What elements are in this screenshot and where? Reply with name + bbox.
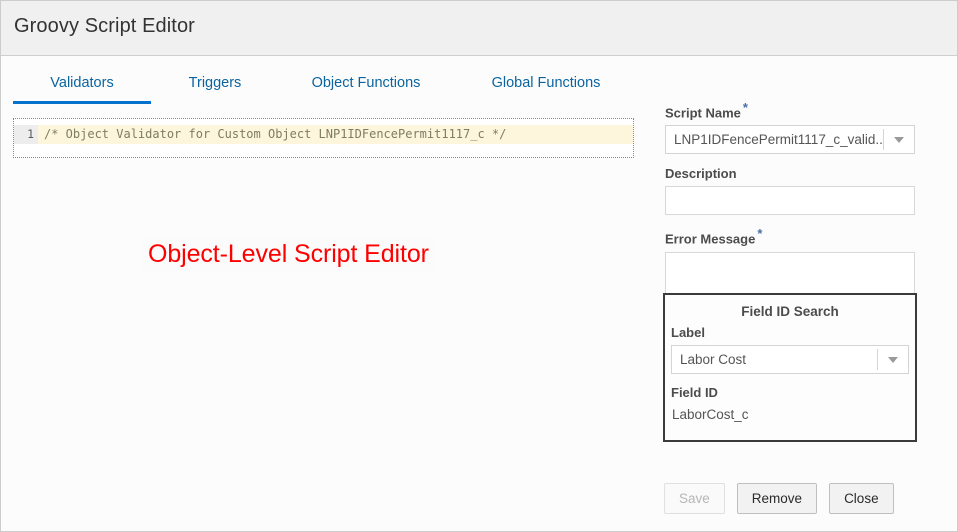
field-id-value: LaborCost_c — [672, 407, 749, 422]
action-button-row: Save Remove Close — [664, 483, 894, 514]
tab-validators[interactable]: Validators — [13, 75, 151, 91]
script-name-label: Script Name * — [665, 101, 915, 121]
code-text[interactable]: /* Object Validator for Custom Object LN… — [38, 125, 506, 144]
close-button[interactable]: Close — [829, 483, 894, 514]
remove-button[interactable]: Remove — [736, 483, 818, 514]
script-name-select[interactable]: LNP1IDFencePermit1117_c_valid... — [665, 125, 915, 155]
chevron-down-icon[interactable] — [878, 346, 908, 373]
field-label-value: Labor Cost — [680, 352, 747, 367]
tab-object-functions[interactable]: Object Functions — [291, 75, 441, 91]
script-properties-panel: Script Name * LNP1IDFencePermit1117_c_val… — [665, 101, 915, 305]
script-name-value: LNP1IDFencePermit1117_c_valid... — [674, 132, 883, 148]
groovy-script-editor-window: Groovy Script Editor Validators Triggers… — [0, 0, 958, 532]
required-asterisk: * — [757, 226, 763, 242]
annotation-label: Object-Level Script Editor — [142, 238, 435, 271]
field-label-select[interactable]: Labor Cost — [671, 345, 909, 374]
page-title: Groovy Script Editor — [14, 15, 195, 37]
field-id-caption: Field ID — [671, 385, 718, 400]
description-input[interactable] — [665, 186, 915, 216]
field-id-search-panel: Field ID Search Label Labor Cost Field I… — [663, 293, 917, 442]
code-line: 1 /* Object Validator for Custom Object … — [14, 125, 633, 144]
line-number-gutter: 1 — [14, 125, 38, 144]
description-label: Description — [665, 166, 737, 182]
error-message-label: Error Message * — [665, 227, 915, 247]
chevron-down-icon[interactable] — [884, 126, 914, 153]
save-button[interactable]: Save — [664, 483, 725, 514]
active-tab-indicator — [13, 101, 151, 104]
tab-strip: Validators Triggers Object Functions Glo… — [1, 57, 957, 104]
script-name-label-text: Script Name — [665, 105, 741, 121]
tab-triggers[interactable]: Triggers — [156, 75, 274, 91]
title-bar: Groovy Script Editor — [1, 1, 957, 56]
script-code-editor[interactable]: 1 /* Object Validator for Custom Object … — [13, 118, 634, 158]
field-id-label-caption: Label — [671, 325, 705, 340]
required-asterisk: * — [742, 100, 748, 115]
tab-global-functions[interactable]: Global Functions — [471, 75, 621, 91]
error-message-label-text: Error Message — [665, 231, 756, 247]
field-id-search-title: Field ID Search — [741, 304, 839, 319]
